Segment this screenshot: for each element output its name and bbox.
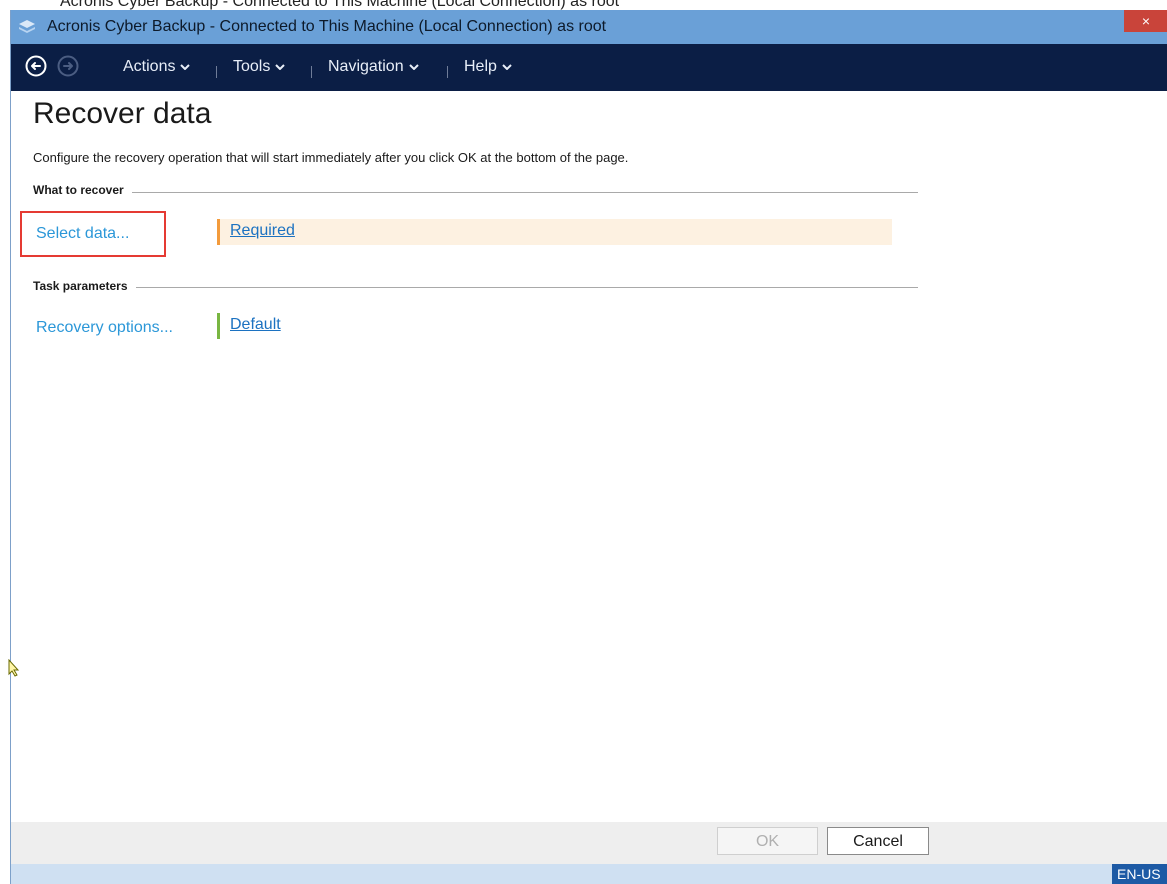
window-close-button[interactable]: × — [1124, 10, 1167, 32]
section-label-task-parameters: Task parameters — [33, 279, 128, 293]
menu-help[interactable]: Help — [464, 58, 512, 76]
menu-bar: Actions Tools Navigation Help — [11, 44, 1167, 91]
menu-tools[interactable]: Tools — [233, 58, 286, 76]
page-title: Recover data — [33, 97, 212, 130]
menu-actions-label: Actions — [123, 58, 176, 75]
cancel-button[interactable]: Cancel — [827, 827, 929, 855]
required-link[interactable]: Required — [230, 222, 295, 240]
section-divider — [136, 287, 918, 288]
menu-separator — [447, 66, 448, 78]
chevron-down-icon — [180, 64, 191, 70]
recovery-options-link[interactable]: Recovery options... — [36, 319, 173, 337]
app-window: Acronis Cyber Backup - Connected to This… — [10, 10, 1167, 884]
forward-arrow-icon[interactable] — [57, 55, 79, 77]
status-strip: EN-US — [11, 864, 1167, 884]
menu-navigation-label: Navigation — [328, 58, 404, 75]
default-indicator — [217, 313, 220, 339]
chevron-down-icon — [408, 64, 419, 70]
default-link[interactable]: Default — [230, 316, 281, 334]
back-arrow-icon[interactable] — [25, 55, 47, 77]
menu-help-label: Help — [464, 58, 497, 75]
required-indicator — [217, 219, 220, 245]
app-stack-icon — [19, 20, 35, 33]
chevron-down-icon — [275, 64, 286, 70]
menu-tools-label: Tools — [233, 58, 271, 75]
select-data-highlight[interactable]: Select data... — [20, 211, 166, 257]
ok-button[interactable]: OK — [717, 827, 818, 855]
language-indicator[interactable]: EN-US — [1112, 864, 1167, 884]
top-partial-strip: Acronis Cyber Backup - Connected to This… — [0, 0, 1167, 10]
chevron-down-icon — [502, 64, 512, 70]
menu-navigation[interactable]: Navigation — [328, 58, 419, 76]
select-data-link[interactable]: Select data... — [36, 225, 129, 243]
footer-actions: OK Cancel — [11, 822, 1167, 864]
window-titlebar: Acronis Cyber Backup - Connected to This… — [11, 10, 1167, 44]
main-content: Recover data Configure the recovery oper… — [11, 91, 1167, 831]
window-title: Acronis Cyber Backup - Connected to This… — [47, 18, 607, 35]
mouse-cursor-icon — [8, 659, 20, 677]
menu-separator — [311, 66, 312, 78]
section-label-what-to-recover: What to recover — [33, 183, 124, 197]
section-divider — [132, 192, 918, 193]
page-description: Configure the recovery operation that wi… — [33, 150, 629, 165]
menu-separator — [216, 66, 217, 78]
menu-actions[interactable]: Actions — [123, 58, 191, 76]
what-to-recover-status-row: Required — [217, 219, 892, 245]
